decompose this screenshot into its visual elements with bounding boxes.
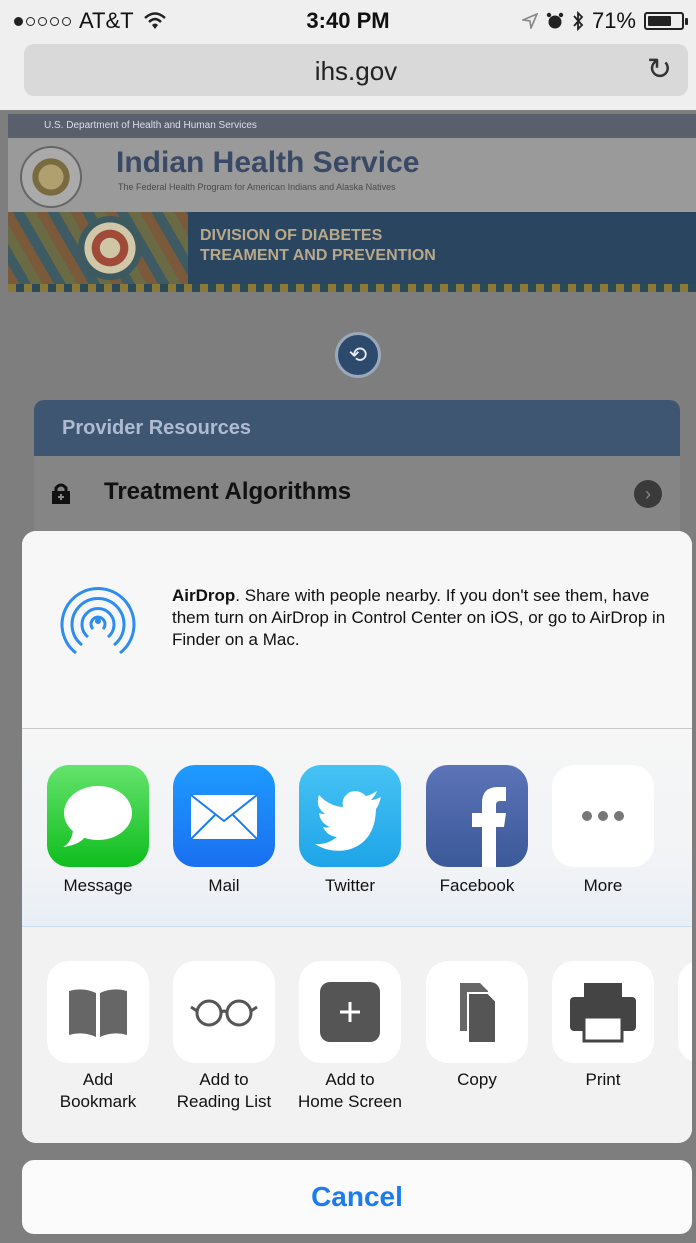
print-label: Print (533, 1069, 673, 1091)
location-icon (521, 13, 538, 29)
banner-stripe (8, 284, 696, 292)
mail-app-button[interactable] (173, 765, 275, 867)
message-app-button[interactable] (47, 765, 149, 867)
chevron-right-icon: › (634, 480, 662, 508)
browser-toolbar: ihs.gov ↻ (0, 40, 696, 110)
airdrop-description: AirDrop. Share with people nearby. If yo… (172, 585, 672, 651)
facebook-app-button[interactable] (426, 765, 528, 867)
label-line-1: Print (585, 1070, 621, 1089)
add-to-home-screen-button[interactable] (299, 961, 401, 1063)
label-line-2: Bookmark (59, 1092, 137, 1111)
share-sheet: AirDrop. Share with people nearby. If yo… (22, 531, 692, 1143)
twitter-label: Twitter (324, 876, 376, 895)
airdrop-title: AirDrop (172, 586, 236, 605)
mail-icon (190, 794, 258, 840)
airdrop-section[interactable]: AirDrop. Share with people nearby. If yo… (22, 531, 692, 729)
panel-header: Provider Resources (34, 400, 680, 456)
print-icon (570, 983, 636, 1043)
status-right: 71% (521, 8, 688, 34)
battery-icon (644, 12, 688, 30)
more-label: More (583, 876, 623, 895)
lock-icon (52, 483, 70, 504)
label-line-1: Add to (199, 1070, 249, 1089)
banner-medallion (78, 216, 142, 280)
bookmark-icon (69, 989, 127, 1037)
treatment-algorithms-row[interactable]: Treatment Algorithms › (34, 456, 680, 532)
reading-list-icon (190, 999, 258, 1027)
share-actions-row: Add Bookmark Add to Reading List Add to … (22, 927, 692, 1143)
url-text[interactable]: ihs.gov (24, 56, 688, 87)
add-bookmark-button[interactable] (47, 961, 149, 1063)
back-to-top-button[interactable]: ⟲ (335, 332, 381, 378)
add-home-screen-icon (320, 982, 380, 1042)
add-to-reading-list-button[interactable] (173, 961, 275, 1063)
share-apps-row: Message Mail Twitter Facebook More (22, 729, 692, 927)
more-button[interactable] (552, 765, 654, 867)
site-title[interactable]: Indian Health Service (116, 146, 419, 180)
label-line-1: Add (82, 1070, 114, 1089)
copy-button[interactable] (426, 961, 528, 1063)
label-line-2: Reading List (176, 1092, 272, 1111)
add-bookmark-label: Add Bookmark (28, 1069, 168, 1113)
message-label: Message (63, 876, 133, 895)
airdrop-icon (60, 587, 136, 655)
more-icon (582, 811, 624, 821)
division-banner: DIVISION OF DIABETES TREAMENT AND PREVEN… (8, 212, 696, 284)
next-action-tile[interactable] (678, 961, 692, 1063)
twitter-app-button[interactable] (299, 765, 401, 867)
department-bar: U.S. Department of Health and Human Serv… (8, 114, 696, 138)
row-label: Treatment Algorithms (104, 478, 352, 505)
twitter-icon (315, 791, 381, 851)
print-button[interactable] (552, 961, 654, 1063)
copy-label: Copy (407, 1069, 547, 1091)
facebook-label: Facebook (439, 876, 515, 895)
battery-percentage: 71% (591, 8, 636, 33)
address-bar[interactable]: ihs.gov ↻ (24, 44, 688, 96)
mail-label: Mail (208, 876, 240, 895)
label-line-1: Copy (457, 1070, 497, 1089)
bluetooth-icon (573, 11, 584, 31)
message-icon (63, 786, 132, 847)
label-line-1: Add to (325, 1070, 375, 1089)
alarm-icon (546, 12, 564, 29)
banner-line-2: TREAMENT AND PREVENTION (200, 247, 436, 264)
banner-text: DIVISION OF DIABETES TREAMENT AND PREVEN… (200, 226, 436, 266)
banner-line-1: DIVISION OF DIABETES (200, 227, 383, 244)
status-bar: AT&T 3:40 PM 71% (0, 0, 696, 40)
reload-icon[interactable]: ↻ (647, 52, 672, 87)
airdrop-body: . Share with people nearby. If you don't… (172, 586, 666, 649)
site-header: Indian Health Service The Federal Health… (8, 138, 696, 212)
add-to-reading-list-label: Add to Reading List (154, 1069, 294, 1113)
ihs-seal-logo (20, 146, 82, 208)
cancel-button[interactable]: Cancel (22, 1160, 692, 1234)
copy-icon (460, 983, 497, 1044)
facebook-icon (472, 787, 506, 867)
label-line-2: Home Screen (298, 1092, 402, 1111)
site-subtitle: The Federal Health Program for American … (118, 182, 396, 192)
add-to-home-screen-label: Add to Home Screen (280, 1069, 420, 1113)
